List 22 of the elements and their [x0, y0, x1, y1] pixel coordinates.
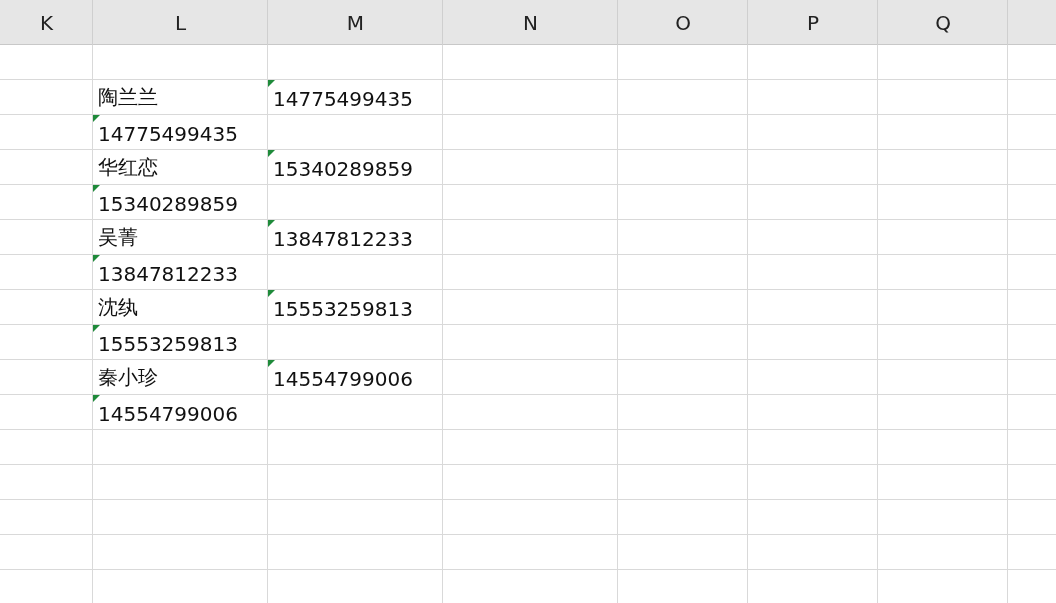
table-cell: 华红恋: [98, 154, 158, 181]
column-header[interactable]: O: [618, 0, 748, 45]
table-cell: 14775499435: [98, 122, 238, 146]
table-cell: 吴菁: [98, 224, 138, 251]
column-header[interactable]: L: [93, 0, 268, 45]
column-header[interactable]: N: [443, 0, 618, 45]
table-cell: 14554799006: [273, 367, 413, 391]
column-header[interactable]: M: [268, 0, 443, 45]
table-cell: 15553259813: [273, 297, 413, 321]
table-cell: 陶兰兰: [98, 84, 158, 111]
column-header[interactable]: Q: [878, 0, 1008, 45]
table-cell: 14554799006: [98, 402, 238, 426]
column-header[interactable]: P: [748, 0, 878, 45]
table-cell: 13847812233: [98, 262, 238, 286]
column-header[interactable]: K: [0, 0, 93, 45]
table-cell: 沈纨: [98, 294, 138, 321]
table-cell: 15340289859: [273, 157, 413, 181]
table-cell: 15553259813: [98, 332, 238, 356]
table-cell: 13847812233: [273, 227, 413, 251]
table-cell: 15340289859: [98, 192, 238, 216]
table-cell: 秦小珍: [98, 364, 158, 391]
table-cell: 14775499435: [273, 87, 413, 111]
